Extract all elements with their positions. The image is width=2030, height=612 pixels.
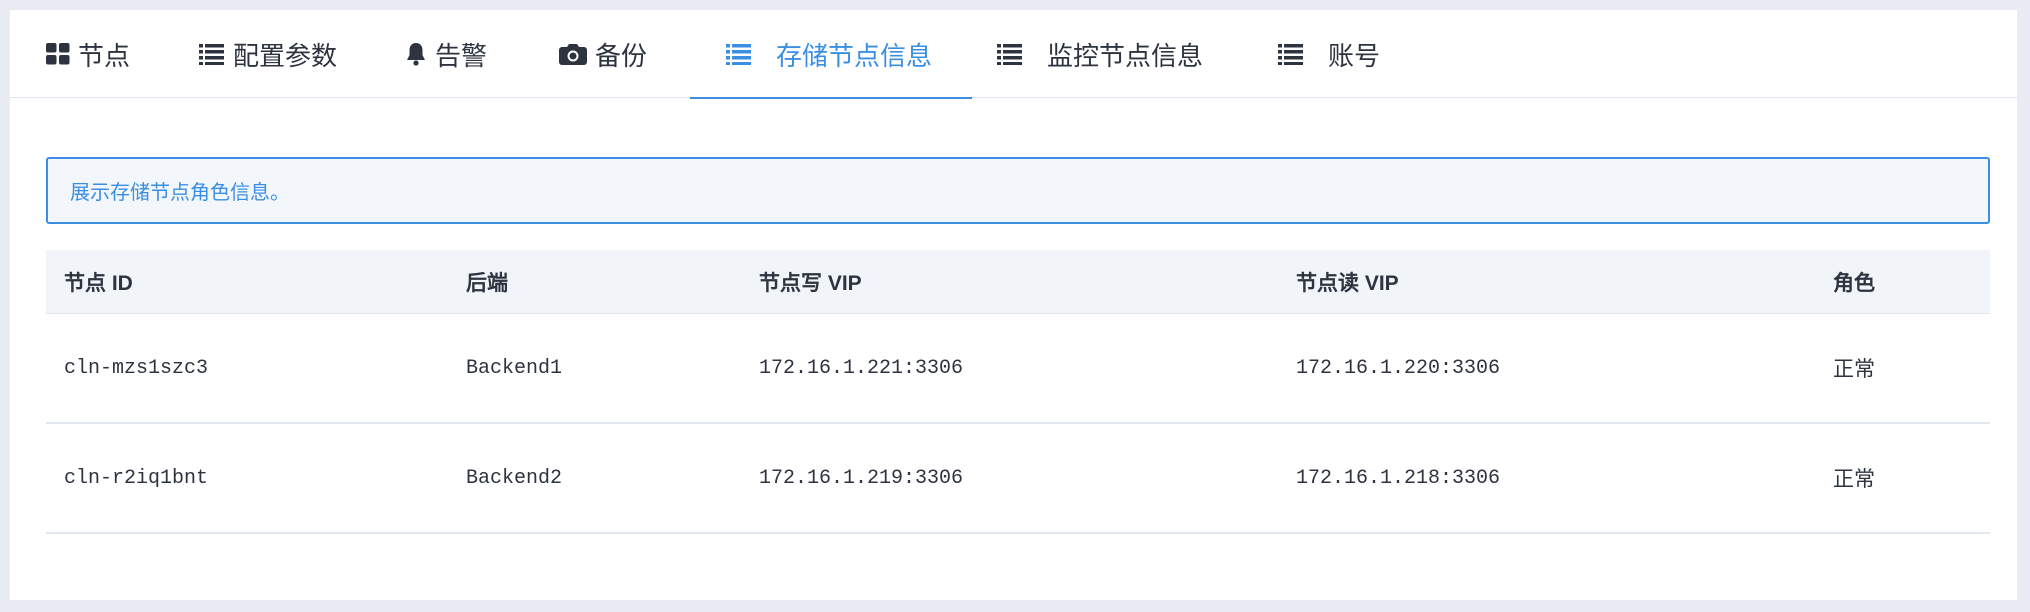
list-icon [1278,43,1304,65]
header-backend: 后端 [466,271,508,295]
camera-icon [559,43,587,65]
grid-icon [46,43,70,65]
header-role: 角色 [1833,271,1875,295]
tab-label: 告警 [435,40,488,71]
header-node-id: 节点 ID [64,271,133,295]
tab-label: 配置参数 [233,40,338,71]
info-text: 展示存储节点角色信息。 [70,182,290,204]
tab-config-params[interactable]: 配置参数 [199,10,337,98]
cell-role: 正常 [1833,467,1875,491]
cell-role: 正常 [1833,357,1875,381]
tab-label: 账号 [1328,40,1381,71]
table-header: 节点 ID 后端 节点写 VIP 节点读 VIP 角色 [46,250,1990,314]
list-icon [199,43,225,65]
cell-node-id: cln-mzs1szc3 [64,356,209,380]
list-icon [726,43,752,65]
table-row: cln-r2iq1bnt Backend2 172.16.1.219:3306 … [46,424,1990,534]
tab-label: 备份 [595,40,648,71]
header-write-vip: 节点写 VIP [759,271,862,295]
tab-monitor-node-info[interactable]: 监控节点信息 [997,10,1203,98]
tab-label: 节点 [78,40,131,71]
tab-accounts[interactable]: 账号 [1278,10,1380,98]
tab-nodes[interactable]: 节点 [46,10,130,98]
cell-backend: Backend1 [466,356,563,380]
tab-label: 存储节点信息 [776,40,933,71]
cell-backend: Backend2 [466,466,563,490]
storage-node-table: 节点 ID 后端 节点写 VIP 节点读 VIP 角色 cln-mzs1szc3… [46,250,1990,534]
list-icon [997,43,1023,65]
cell-node-id: cln-r2iq1bnt [64,466,209,490]
cell-write-vip: 172.16.1.219:3306 [759,466,964,490]
bell-icon [405,42,427,66]
tab-bar: 节点 配置参数 告警 备份 存储节点信息 监控节点信息 账号 [10,10,2017,99]
tab-alerts[interactable]: 告警 [405,10,487,98]
tab-label: 监控节点信息 [1047,40,1204,71]
cell-write-vip: 172.16.1.221:3306 [759,356,964,380]
cell-read-vip: 172.16.1.220:3306 [1296,356,1501,380]
header-read-vip: 节点读 VIP [1296,271,1399,295]
info-alert: 展示存储节点角色信息。 [46,157,1990,224]
tab-backup[interactable]: 备份 [559,10,647,98]
content-panel: 节点 配置参数 告警 备份 存储节点信息 监控节点信息 账号 展示存储节点角色信… [10,10,2017,600]
tab-storage-node-info[interactable]: 存储节点信息 [690,10,972,99]
cell-read-vip: 172.16.1.218:3306 [1296,466,1501,490]
table-row: cln-mzs1szc3 Backend1 172.16.1.221:3306 … [46,314,1990,424]
